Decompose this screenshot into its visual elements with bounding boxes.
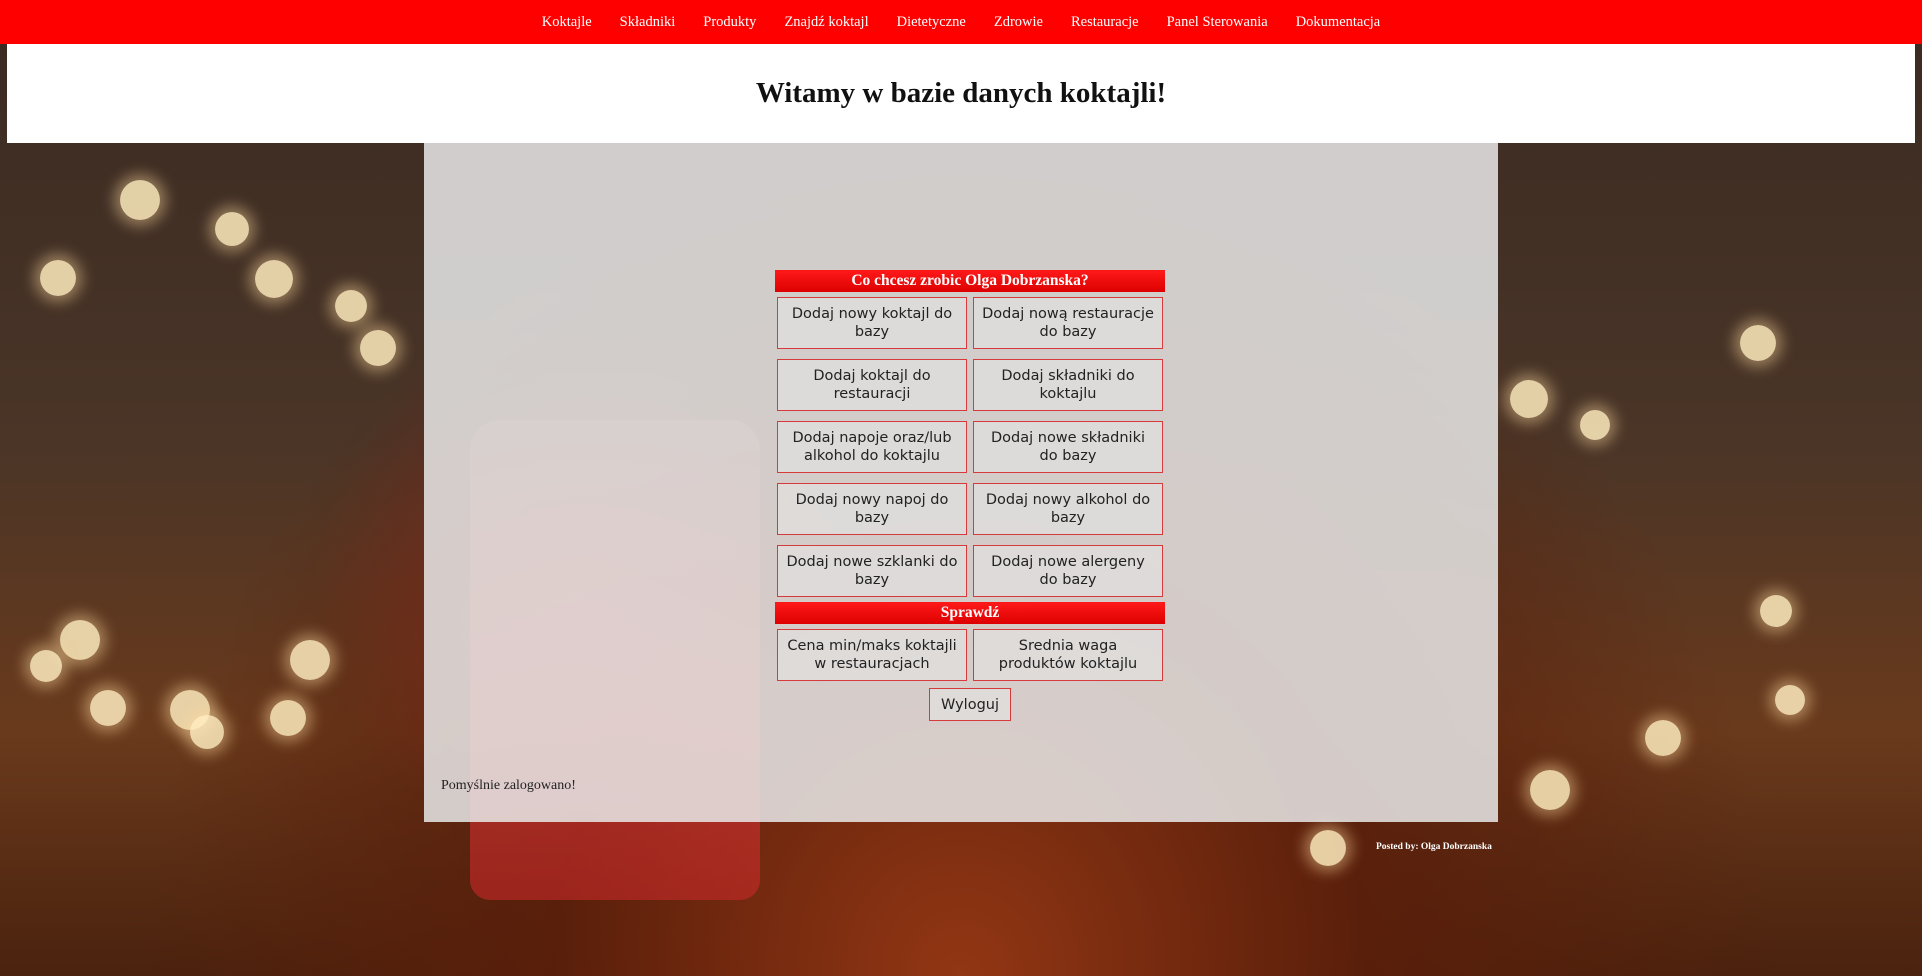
- add-drink-button[interactable]: Dodaj nowy napoj do bazy: [777, 483, 967, 535]
- logout-button[interactable]: Wyloguj: [929, 688, 1011, 721]
- bokeh-light: [190, 715, 224, 749]
- action-menu-heading: Co chcesz zrobic Olga Dobrzanska?: [775, 270, 1165, 292]
- price-min-max-button[interactable]: Cena min/maks koktajli w restauracjach: [777, 629, 967, 681]
- bokeh-light: [335, 290, 367, 322]
- bokeh-light: [1760, 595, 1792, 627]
- add-restaurant-button[interactable]: Dodaj nową restauracje do bazy: [973, 297, 1163, 349]
- main-navbar: Koktajle Składniki Produkty Znajdź kokta…: [0, 0, 1922, 44]
- bokeh-light: [1530, 770, 1570, 810]
- nav-item-dietetyczne[interactable]: Dietetyczne: [883, 14, 980, 31]
- bokeh-light: [1580, 410, 1610, 440]
- bokeh-light: [360, 330, 396, 366]
- bokeh-light: [40, 260, 76, 296]
- bokeh-light: [270, 700, 306, 736]
- add-alcohol-button[interactable]: Dodaj nowy alkohol do bazy: [973, 483, 1163, 535]
- bokeh-light: [255, 260, 293, 298]
- check-section-heading: Sprawdź: [775, 602, 1165, 624]
- page-header: Witamy w bazie danych koktajli!: [7, 44, 1915, 143]
- nav-item-produkty[interactable]: Produkty: [689, 14, 770, 31]
- add-cocktail-button[interactable]: Dodaj nowy koktajl do bazy: [777, 297, 967, 349]
- add-ingredients-button[interactable]: Dodaj nowe składniki do bazy: [973, 421, 1163, 473]
- nav-item-skladniki[interactable]: Składniki: [606, 14, 690, 31]
- footer-credit: Posted by: Olga Dobrzanska: [1376, 842, 1492, 852]
- bokeh-light: [90, 690, 126, 726]
- bokeh-light: [1510, 380, 1548, 418]
- bokeh-light: [60, 620, 100, 660]
- main-panel: Co chcesz zrobic Olga Dobrzanska? Dodaj …: [424, 143, 1498, 822]
- nav-item-dokumentacja[interactable]: Dokumentacja: [1282, 14, 1395, 31]
- action-menu: Co chcesz zrobic Olga Dobrzanska? Dodaj …: [775, 270, 1165, 721]
- add-drinks-alcohol-to-cocktail-button[interactable]: Dodaj napoje oraz/lub alkohol do koktajl…: [777, 421, 967, 473]
- bokeh-light: [30, 650, 62, 682]
- nav-item-panel-sterowania[interactable]: Panel Sterowania: [1153, 14, 1282, 31]
- page-title: Witamy w bazie danych koktajli!: [755, 77, 1167, 109]
- add-glasses-button[interactable]: Dodaj nowe szklanki do bazy: [777, 545, 967, 597]
- login-status-message: Pomyślnie zalogowano!: [441, 778, 576, 793]
- add-ingredients-to-cocktail-button[interactable]: Dodaj składniki do koktajlu: [973, 359, 1163, 411]
- nav-item-koktajle[interactable]: Koktajle: [528, 14, 606, 31]
- bokeh-light: [290, 640, 330, 680]
- logout-wrapper: Wyloguj: [775, 686, 1165, 721]
- bokeh-light: [120, 180, 160, 220]
- average-weight-button[interactable]: Srednia waga produktów koktajlu: [973, 629, 1163, 681]
- nav-item-zdrowie[interactable]: Zdrowie: [980, 14, 1057, 31]
- bokeh-light: [1645, 720, 1681, 756]
- bokeh-light: [1310, 830, 1346, 866]
- nav-item-znajdz-koktajl[interactable]: Znajdź koktajl: [770, 14, 882, 31]
- bokeh-light: [1775, 685, 1805, 715]
- nav-item-restauracje[interactable]: Restauracje: [1057, 14, 1153, 31]
- bokeh-light: [1740, 325, 1776, 361]
- action-button-grid: Dodaj nowy koktajl do bazy Dodaj nową re…: [775, 292, 1165, 602]
- add-allergens-button[interactable]: Dodaj nowe alergeny do bazy: [973, 545, 1163, 597]
- check-button-grid: Cena min/maks koktajli w restauracjach S…: [775, 624, 1165, 686]
- bokeh-light: [215, 212, 249, 246]
- add-cocktail-to-restaurant-button[interactable]: Dodaj koktajl do restauracji: [777, 359, 967, 411]
